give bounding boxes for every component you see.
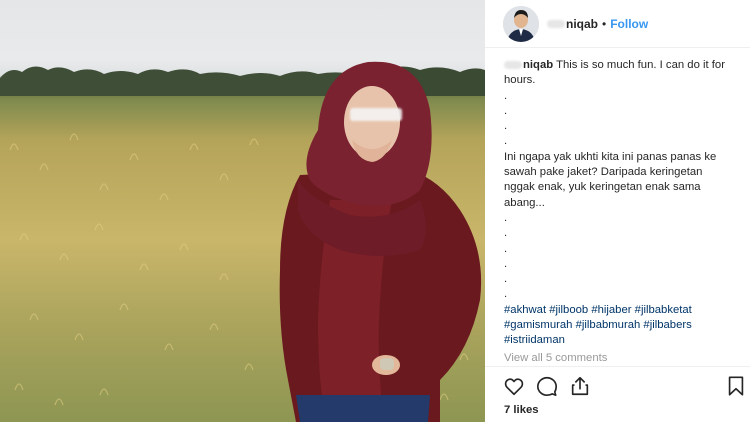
post-side-panel: niqab • Follow niqab This is so much fun… [485,0,750,422]
speech-bubble-icon[interactable] [536,375,558,397]
bookmark-icon[interactable] [725,375,747,397]
caption-line-4: . [504,135,508,148]
username-redaction [547,20,565,29]
caption-username[interactable]: niqab [504,59,553,71]
caption-line-3: . [504,120,508,133]
caption-line-9: . [504,257,508,270]
hashtag-link[interactable]: #jilbabers [643,319,691,331]
hashtag-link[interactable]: #akhwat [504,304,546,316]
heart-outline-icon[interactable] [503,375,525,397]
caption-hashtags: #akhwat #jilboob #hijaber #jilbabketat #… [504,303,736,349]
follow-button[interactable]: Follow [610,17,648,31]
post-header: niqab • Follow [485,0,750,48]
hashtag-link[interactable]: #hijaber [591,304,631,316]
hashtag-link[interactable]: #gamismurah [504,319,572,331]
caption-line-7: . [504,227,508,240]
caption-line-5: Ini ngapa yak ukhti kita ini panas panas… [504,150,717,209]
photo-artwork [0,61,485,422]
caption-line-0: niqab This is so much fun. I can do it f… [504,58,736,89]
post-photo[interactable] [0,0,485,422]
avatar[interactable] [503,5,539,42]
header-separator: • [602,16,607,31]
caption-line-1: . [504,89,508,102]
caption-line-2: . [504,104,508,117]
share-upload-icon[interactable] [569,375,591,397]
caption-username-text: niqab [523,59,554,71]
likes-count[interactable]: 7 likes [504,404,539,416]
avatar-image [503,5,539,42]
hashtag-link[interactable]: #jilboob [549,304,588,316]
post-actions-bar [485,366,750,404]
caption-username-redaction [504,61,522,70]
hashtag-link[interactable]: #istriidaman [504,334,565,346]
hashtag-link[interactable]: #jilbabmurah [576,319,641,331]
view-all-comments-link[interactable]: View all 5 comments [504,352,607,364]
post-caption: niqab This is so much fun. I can do it f… [504,58,736,349]
author-username-text: niqab [566,16,598,31]
caption-line-11: . [504,288,508,301]
hashtag-link[interactable]: #jilbabketat [635,304,692,316]
caption-line-8: . [504,242,508,255]
caption-line-10: . [504,273,508,286]
author-username[interactable]: niqab [547,17,598,31]
caption-line-6: . [504,211,508,224]
